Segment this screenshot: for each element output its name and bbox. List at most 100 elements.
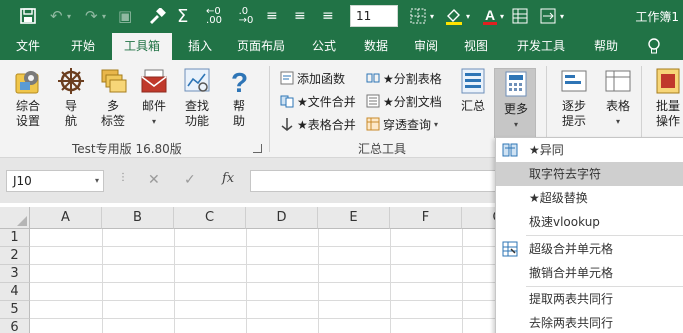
column-header[interactable]: A	[30, 207, 102, 229]
menu-item-extract-common-rows[interactable]: 提取两表共同行	[496, 287, 683, 311]
menu-separator	[526, 235, 683, 236]
column-header[interactable]: D	[246, 207, 318, 229]
table-format-icon[interactable]	[512, 6, 528, 26]
column-header[interactable]: F	[390, 207, 462, 229]
split-document-button[interactable]: ★分割文档	[366, 91, 442, 111]
undo-icon[interactable]: ↶	[50, 6, 63, 26]
decrease-decimal-icon[interactable]: ←0.00	[204, 6, 224, 26]
increase-decimal-icon[interactable]: .0 →0	[236, 6, 256, 26]
row-header[interactable]: 1	[0, 229, 30, 247]
split-doc-icon	[366, 94, 380, 108]
find-function-button[interactable]: 查找 功能	[177, 66, 217, 129]
font-color-icon[interactable]: A	[481, 6, 499, 26]
window-title: 工作簿1	[635, 10, 679, 24]
tab-page-layout[interactable]: 页面布局	[228, 33, 294, 60]
undo-dropdown-icon[interactable]: ▾	[67, 6, 71, 26]
font-color-dropdown-icon[interactable]: ▾	[500, 6, 504, 26]
column-header[interactable]: B	[102, 207, 174, 229]
merge-center-icon[interactable]	[540, 6, 556, 26]
row-header[interactable]: 4	[0, 283, 30, 301]
split-table-icon	[366, 73, 380, 83]
steps-icon	[559, 66, 589, 96]
help-button[interactable]: ? 帮 助	[219, 66, 259, 129]
navigation-button[interactable]: 导 航	[51, 66, 91, 129]
more-button[interactable]: 更多 ▾	[494, 68, 536, 138]
menu-item-super-replace[interactable]: ★超级替换	[496, 186, 683, 210]
add-function-button[interactable]: 添加函数	[280, 68, 345, 88]
batch-operation-button[interactable]: 批量 操作	[648, 66, 683, 129]
settings-icon	[13, 66, 43, 96]
column-header[interactable]: C	[174, 207, 246, 229]
button-label: 逐步	[561, 99, 586, 113]
tab-data[interactable]: 数据	[354, 33, 398, 60]
menu-item-compare[interactable]: ★异同	[496, 138, 683, 162]
autosum-icon[interactable]: Σ	[177, 6, 188, 27]
borders-icon[interactable]	[410, 6, 426, 26]
menu-item-fast-vlookup[interactable]: 极速vlookup	[496, 210, 683, 234]
summary-button[interactable]: 汇总	[454, 66, 492, 114]
column-header[interactable]: E	[318, 207, 390, 229]
fill-color-icon[interactable]	[444, 6, 464, 26]
tab-developer[interactable]: 开发工具	[508, 33, 574, 60]
menu-item-extract-characters[interactable]: 取字符去字符	[496, 162, 683, 186]
tab-toolbox[interactable]: 工具箱	[112, 33, 172, 60]
chevron-down-icon: ▾	[513, 120, 518, 129]
tab-insert[interactable]: 插入	[178, 33, 222, 60]
grid-line	[30, 264, 500, 265]
customize-qat-icon[interactable]: ▾	[560, 6, 564, 26]
mail-button[interactable]: 邮件 ▾	[134, 66, 174, 129]
step-hint-button[interactable]: 逐步 提示	[553, 66, 595, 129]
menu-item-label: 去除两表共同行	[529, 316, 614, 330]
fill-color-dropdown-icon[interactable]: ▾	[466, 6, 470, 26]
grid-line	[30, 300, 500, 301]
confirm-icon[interactable]: ✓	[184, 172, 196, 188]
menu-item-label: ★异同	[529, 143, 564, 157]
borders-dropdown-icon[interactable]: ▾	[430, 6, 434, 26]
row-header[interactable]: 2	[0, 247, 30, 265]
insert-function-button[interactable]: fx	[222, 171, 234, 186]
menu-item-super-merge-cells[interactable]: 超级合并单元格	[496, 237, 683, 261]
lightbulb-icon[interactable]	[644, 33, 664, 60]
add-function-icon	[280, 71, 294, 85]
tab-formulas[interactable]: 公式	[302, 33, 346, 60]
batch-icon	[653, 66, 683, 96]
name-box[interactable]: J10 ▾	[6, 170, 104, 192]
redo-icon[interactable]: ↷	[85, 6, 98, 26]
table-button[interactable]: 表格 ▾	[598, 66, 638, 129]
drill-query-button[interactable]: 穿透查询 ▾	[366, 114, 438, 134]
font-size-input[interactable]: 11	[350, 5, 398, 27]
row-header[interactable]: 3	[0, 265, 30, 283]
tab-home[interactable]: 开始	[58, 33, 108, 60]
chevron-down-icon[interactable]: ▾	[95, 176, 99, 185]
format-painter-icon[interactable]	[148, 6, 166, 26]
comprehensive-settings-button[interactable]: 综合 设置	[8, 66, 48, 129]
redo-dropdown-icon[interactable]: ▾	[102, 6, 106, 26]
tab-help[interactable]: 帮助	[584, 33, 628, 60]
row-header[interactable]: 5	[0, 301, 30, 319]
svg-text:A: A	[485, 7, 495, 23]
split-table-button[interactable]: ★分割表格	[366, 68, 442, 88]
row-header[interactable]: 6	[0, 319, 30, 333]
table-merge-button[interactable]: ★表格合并	[280, 114, 356, 134]
tab-review[interactable]: 审阅	[404, 33, 448, 60]
clipboard-icon[interactable]: ▣	[118, 6, 132, 26]
dialog-launcher-icon[interactable]	[253, 144, 262, 153]
save-icon[interactable]	[20, 6, 36, 26]
button-label: 帮	[232, 99, 245, 113]
cancel-icon[interactable]: ✕	[148, 172, 160, 188]
button-label: 导	[64, 99, 77, 113]
align-left-icon[interactable]: ≡	[266, 6, 278, 26]
summary-icon	[458, 66, 488, 96]
menu-item-unmerge-cells[interactable]: 撤销合并单元格	[496, 261, 683, 285]
multi-tab-button[interactable]: 多 标签	[93, 66, 133, 129]
group-label-summary-tools: 汇总工具	[358, 142, 407, 156]
tab-view[interactable]: 视图	[454, 33, 498, 60]
tab-file[interactable]: 文件	[6, 33, 50, 60]
menu-item-remove-common-rows[interactable]: 去除两表共同行	[496, 311, 683, 333]
align-right-icon[interactable]: ≡	[322, 6, 334, 26]
align-center-icon[interactable]: ≡	[294, 6, 306, 26]
drill-query-icon	[366, 117, 380, 131]
select-all-button[interactable]	[0, 207, 30, 229]
file-merge-button[interactable]: ★文件合并	[280, 91, 356, 111]
button-label: 功能	[184, 114, 209, 128]
